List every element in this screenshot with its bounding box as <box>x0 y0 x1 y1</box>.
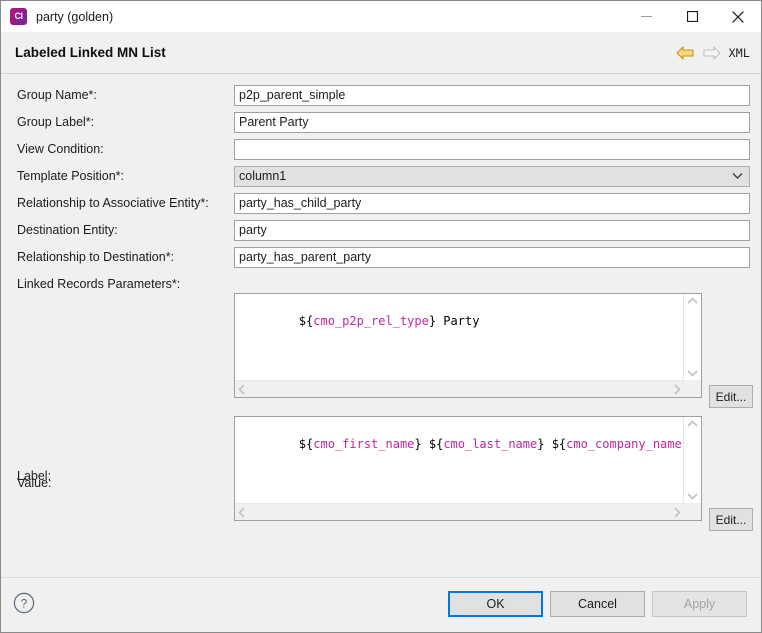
label-relationship-associative: Relationship to Associative Entity*: <box>17 196 209 210</box>
textarea-value-hscrollbar[interactable] <box>235 503 684 520</box>
input-relationship-associative[interactable] <box>234 193 750 214</box>
scroll-down-icon[interactable] <box>684 489 701 503</box>
textarea-label[interactable]: ${cmo_p2p_rel_type} Party <box>234 293 702 398</box>
input-destination-entity[interactable] <box>234 220 750 241</box>
form-body: Group Name*: Group Label*: View Conditio… <box>1 74 761 577</box>
textarea-value[interactable]: ${cmo_first_name} ${cmo_last_name} ${cmo… <box>234 416 702 521</box>
input-group-name[interactable] <box>234 85 750 106</box>
dialog-header: Labeled Linked MN List XML <box>1 32 761 74</box>
select-template-position-value: column1 <box>239 169 286 183</box>
apply-button: Apply <box>652 591 747 617</box>
token-variable: cmo_p2p_rel_type <box>313 314 429 328</box>
scroll-left-icon[interactable] <box>238 384 246 395</box>
header-navigation: XML <box>675 32 750 73</box>
app-icon-glyph: CI <box>15 12 23 21</box>
field-row-linked-records-parameters: Linked Records Parameters*: <box>1 273 761 295</box>
scroll-right-icon[interactable] <box>673 384 681 395</box>
token-variable: cmo_company_name <box>566 437 682 451</box>
help-icon[interactable]: ? <box>13 592 35 614</box>
cancel-button[interactable]: Cancel <box>550 591 645 617</box>
textarea-value-content: ${cmo_first_name} ${cmo_last_name} ${cmo… <box>235 417 684 503</box>
input-group-label[interactable] <box>234 112 750 133</box>
input-view-condition[interactable] <box>234 139 750 160</box>
page-title: Labeled Linked MN List <box>15 45 166 60</box>
scroll-right-icon[interactable] <box>673 507 681 518</box>
token-variable: cmo_first_name <box>313 437 414 451</box>
label-destination-entity: Destination Entity: <box>17 223 118 237</box>
label-linked-records-parameters: Linked Records Parameters*: <box>17 277 180 291</box>
svg-text:?: ? <box>21 596 28 610</box>
scrollbar-corner <box>684 503 701 520</box>
scroll-up-icon[interactable] <box>684 294 701 308</box>
label-group-name: Group Name*: <box>17 88 97 102</box>
token-brace: } <box>537 437 551 451</box>
token-brace: ${ <box>429 437 443 451</box>
label-view-condition: View Condition: <box>17 142 104 156</box>
minimize-icon <box>641 11 652 22</box>
textarea-label-content: ${cmo_p2p_rel_type} Party <box>235 294 684 380</box>
field-row-group-name: Group Name*: <box>1 84 761 106</box>
dialog-action-buttons: OK Cancel Apply <box>448 591 747 617</box>
close-icon <box>732 11 744 23</box>
textarea-label-vscrollbar[interactable] <box>683 294 701 380</box>
token-brace: ${ <box>299 314 313 328</box>
token-brace: ${ <box>552 437 566 451</box>
minimize-button[interactable] <box>623 1 669 32</box>
textarea-label-hscrollbar[interactable] <box>235 380 684 397</box>
back-arrow-icon[interactable] <box>675 45 695 61</box>
close-button[interactable] <box>715 1 761 32</box>
title-bar: CI party (golden) <box>1 1 761 32</box>
field-row-group-label: Group Label*: <box>1 111 761 133</box>
scroll-down-icon[interactable] <box>684 366 701 380</box>
scroll-left-icon[interactable] <box>238 507 246 518</box>
token-variable: cmo_last_name <box>443 437 537 451</box>
field-row-template-position: Template Position*: column1 <box>1 165 761 187</box>
window-title: party (golden) <box>36 10 113 24</box>
select-template-position[interactable]: column1 <box>234 166 750 187</box>
token-plain: Party <box>436 314 479 328</box>
dialog-window: CI party (golden) Labeled Linked MN L <box>0 0 762 633</box>
scroll-up-icon[interactable] <box>684 417 701 431</box>
edit-value-button[interactable]: Edit... <box>709 508 753 531</box>
token-brace: } <box>414 437 428 451</box>
xml-link[interactable]: XML <box>729 46 750 60</box>
field-row-relationship-associative: Relationship to Associative Entity*: <box>1 192 761 214</box>
maximize-button[interactable] <box>669 1 715 32</box>
edit-label-button[interactable]: Edit... <box>709 385 753 408</box>
textarea-value-vscrollbar[interactable] <box>683 417 701 503</box>
token-brace: } <box>429 314 436 328</box>
app-icon: CI <box>10 8 27 25</box>
field-row-relationship-destination: Relationship to Destination*: <box>1 246 761 268</box>
label-group-label: Group Label*: <box>17 115 94 129</box>
scrollbar-corner <box>684 380 701 397</box>
field-row-view-condition: View Condition: <box>1 138 761 160</box>
token-brace: ${ <box>299 437 313 451</box>
maximize-icon <box>687 11 698 22</box>
label-template-position: Template Position*: <box>17 169 124 183</box>
field-row-destination-entity: Destination Entity: <box>1 219 761 241</box>
ok-button[interactable]: OK <box>448 591 543 617</box>
window-controls <box>623 1 761 32</box>
chevron-down-icon <box>732 173 743 180</box>
label-value-field: Value: <box>17 476 52 490</box>
input-relationship-destination[interactable] <box>234 247 750 268</box>
forward-arrow-icon[interactable] <box>702 45 722 61</box>
dialog-footer: ? OK Cancel Apply <box>1 577 761 632</box>
label-relationship-destination: Relationship to Destination*: <box>17 250 174 264</box>
